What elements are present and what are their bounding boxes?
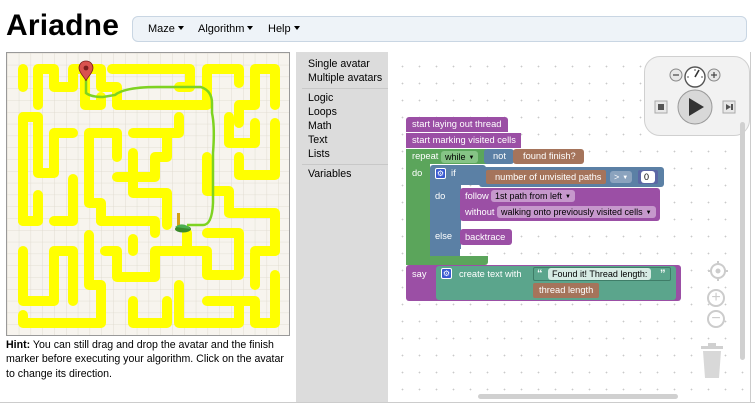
hint-label: Hint: (6, 339, 31, 351)
category-math[interactable]: Math (308, 120, 332, 132)
quote-close-icon: ” (660, 268, 666, 280)
block-if-label: if (451, 168, 456, 178)
block-not-label: not (493, 151, 506, 161)
repeat-mode-dropdown[interactable]: while ▼ (441, 151, 479, 163)
menu-bar: Maze Algorithm Help (132, 16, 747, 42)
block-thread-length[interactable]: thread length (533, 283, 599, 298)
block-repeat-label: repeat (412, 151, 439, 161)
category-loops[interactable]: Loops (308, 106, 337, 118)
block-follow-label: follow (465, 191, 489, 201)
vertical-scrollbar[interactable] (740, 122, 745, 360)
menu-help[interactable]: Help (268, 23, 300, 35)
chevron-down-icon (293, 26, 300, 31)
trash-icon[interactable] (699, 343, 725, 379)
center-icon[interactable] (707, 260, 729, 282)
app-title: Ariadne (6, 9, 120, 42)
hint-text: Hint: You can still drag and drop the av… (6, 338, 292, 381)
block-start-marking[interactable]: start marking visited cells (406, 133, 521, 148)
without-condition-value: walking onto previously visited cells (501, 207, 643, 217)
gear-icon[interactable]: ⚙ (435, 168, 446, 179)
category-logic[interactable]: Logic (308, 92, 333, 104)
category-multiple-avatars[interactable]: Multiple avatars (308, 72, 382, 84)
stop-icon (658, 104, 664, 110)
block-if-do-label: do (435, 191, 446, 201)
category-lists[interactable]: Lists (308, 148, 330, 160)
block-start-laying-label: start laying out thread (412, 119, 502, 129)
dropdown-arrow-icon: ▼ (468, 155, 475, 161)
chevron-down-icon (247, 26, 254, 31)
hint-body: You can still drag and drop the avatar a… (6, 339, 284, 380)
dropdown-arrow-icon: ▼ (645, 210, 652, 216)
block-if-bottom (430, 249, 460, 256)
block-num-unvisited-label: number of unvisited paths (495, 172, 602, 182)
block-repeat-bottom (406, 256, 488, 265)
control-panel (644, 56, 750, 136)
block-repeat-do-label: do (412, 168, 423, 178)
block-create-text-label: create text with (459, 269, 522, 279)
menu-help-label: Help (268, 23, 291, 35)
block-backtrace[interactable]: backtrace (460, 229, 512, 245)
block-found-finish[interactable]: found finish? (513, 149, 584, 164)
block-text-literal[interactable]: “ Found it! Thread length: ” (533, 267, 671, 281)
category-text[interactable]: Text (308, 134, 327, 146)
block-say-label: say (412, 269, 427, 279)
dropdown-arrow-icon: ▼ (622, 175, 629, 181)
path-choice-value: 1st path from left (495, 191, 563, 201)
text-literal-field[interactable]: Found it! Thread length: (548, 268, 652, 280)
quote-open-icon: “ (537, 268, 543, 280)
block-number[interactable]: 0 (638, 170, 658, 184)
maze-board[interactable] (6, 52, 290, 336)
path-choice-dropdown[interactable]: 1st path from left ▼ (491, 190, 575, 202)
block-thread-length-label: thread length (539, 285, 594, 295)
menu-algorithm-label: Algorithm (198, 23, 245, 35)
block-if-else-label: else (435, 231, 453, 241)
speed-gauge-icon (684, 66, 706, 88)
zoom-out-icon[interactable]: − (707, 310, 725, 328)
toolbox-separator (302, 88, 388, 89)
toolbox-separator (302, 164, 388, 165)
block-backtrace-label: backtrace (465, 232, 506, 242)
control-panel-svg (654, 66, 736, 125)
number-field[interactable]: 0 (641, 171, 655, 183)
menu-algorithm[interactable]: Algorithm (198, 23, 254, 35)
category-single-avatar[interactable]: Single avatar (308, 58, 370, 70)
workspace-border (750, 52, 751, 402)
block-if-body: do else (430, 185, 461, 249)
chevron-down-icon (177, 26, 184, 31)
horizontal-scrollbar[interactable] (478, 394, 678, 399)
category-variables[interactable]: Variables (308, 168, 351, 180)
block-num-unvisited[interactable]: number of unvisited paths (486, 170, 606, 184)
menu-maze-label: Maze (148, 23, 175, 35)
gear-icon[interactable]: ⚙ (441, 268, 452, 279)
block-not[interactable]: not (484, 149, 514, 164)
maze-svg (7, 53, 289, 335)
toolbox: Single avatar Multiple avatars Logic Loo… (296, 52, 388, 402)
block-found-finish-label: found finish? (523, 151, 576, 161)
without-condition-dropdown[interactable]: walking onto previously visited cells ▼ (497, 206, 656, 218)
block-start-laying[interactable]: start laying out thread (406, 117, 508, 132)
block-start-marking-label: start marking visited cells (412, 135, 516, 145)
compare-operator-dropdown[interactable]: > ▼ (610, 171, 633, 183)
zoom-in-icon[interactable]: + (707, 289, 725, 307)
block-without-label: without (465, 207, 495, 217)
menu-maze[interactable]: Maze (148, 23, 184, 35)
compare-operator-value: > (614, 172, 620, 182)
repeat-mode-value: while (445, 152, 466, 162)
dropdown-arrow-icon: ▼ (565, 194, 571, 200)
block-repeat-body: do (406, 164, 430, 256)
